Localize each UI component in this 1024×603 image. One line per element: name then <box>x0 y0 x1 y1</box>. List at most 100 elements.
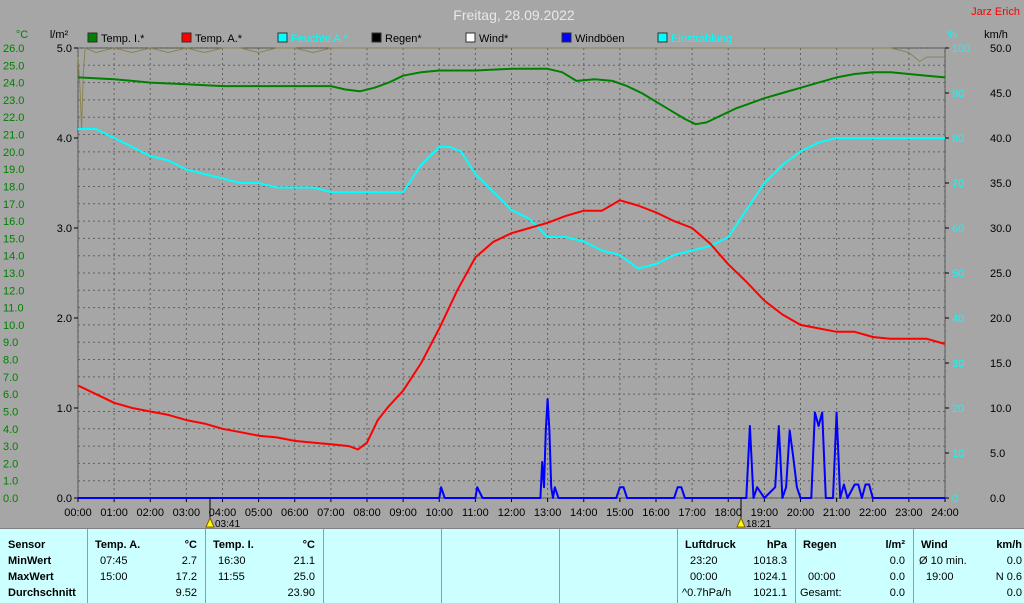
time-tick-label: 16:00 <box>642 507 670 519</box>
temp-tick-label: 0.0 <box>3 493 18 505</box>
pressure-trend: ^0.7hPa/h <box>682 587 732 599</box>
pressure-min-time: 23:20 <box>690 555 718 567</box>
stats-col-empty-1 <box>324 529 442 603</box>
time-tick-label: 13:00 <box>534 507 562 519</box>
stats-col-temp-i: Temp. I. °C 16:30 21.1 11:55 25.0 23.90 <box>206 529 324 603</box>
temp-tick-label: 15.0 <box>3 233 24 245</box>
legend-swatch <box>277 32 288 43</box>
time-tick-label: 23:00 <box>895 507 923 519</box>
temp-a-min-val: 2.7 <box>181 555 197 567</box>
humidity-tick-label: 60 <box>952 223 964 235</box>
wind-tick-label: 20.0 <box>990 313 1011 325</box>
wind-tick-label: 30.0 <box>990 223 1011 235</box>
temp-tick-label: 2.0 <box>3 458 18 470</box>
author-label: Jarz Erich <box>971 6 1020 18</box>
sunset-label: 18:21 <box>746 519 771 528</box>
rain-total-label: Gesamt: <box>800 587 842 599</box>
temp-tick-label: 19.0 <box>3 164 24 176</box>
rain-tick-label: 4.0 <box>57 133 72 145</box>
temp-i-header: Temp. I. <box>213 539 254 551</box>
stats-col-empty-2 <box>442 529 560 603</box>
chart-title: Freitag, 28.09.2022 <box>453 7 575 23</box>
legend-label: Windböen <box>575 33 625 45</box>
humidity-tick-label: 90 <box>952 88 964 100</box>
rain-unit: l/m² <box>885 539 905 551</box>
wind-avg-val: 0.0 <box>1006 587 1022 599</box>
wind-tick-label: 35.0 <box>990 178 1011 190</box>
time-tick-label: 02:00 <box>136 507 164 519</box>
weather-chart: Freitag, 28.09.2022 Jarz Erich °C l/m² %… <box>0 0 1024 528</box>
humidity-tick-label: 50 <box>952 268 964 280</box>
rain-tick-label: 0.0 <box>57 493 72 505</box>
temp-tick-label: 22.0 <box>3 112 24 124</box>
time-tick-label: 04:00 <box>209 507 237 519</box>
temp-tick-label: 3.0 <box>3 441 18 453</box>
wind-unit: km/h <box>996 539 1022 551</box>
temp-tick-label: 26.0 <box>3 43 24 55</box>
temp-tick-label: 8.0 <box>3 355 18 367</box>
humidity-tick-label: 100 <box>952 43 970 55</box>
temp-tick-label: 14.0 <box>3 251 24 263</box>
legend-label: Einstrahlung <box>671 33 732 45</box>
humidity-tick-label: 70 <box>952 178 964 190</box>
temp-i-avg-val: 23.90 <box>287 587 315 599</box>
temp-i-min-val: 21.1 <box>293 555 315 567</box>
wind-avg10-val: 0.0 <box>1006 555 1022 567</box>
temp-tick-label: 9.0 <box>3 337 18 349</box>
time-tick-label: 20:00 <box>787 507 815 519</box>
humidity-tick-label: 10 <box>952 448 964 460</box>
rain-total-val: 0.0 <box>889 587 905 599</box>
pressure-min-val: 1018.3 <box>753 555 787 567</box>
legend-label: Feuchte A.* <box>291 33 349 45</box>
time-tick-label: 05:00 <box>245 507 273 519</box>
temp-tick-label: 4.0 <box>3 424 18 436</box>
rain-unit-label: l/m² <box>50 29 69 41</box>
rain-min-val: 0.0 <box>889 555 905 567</box>
time-tick-label: 19:00 <box>751 507 779 519</box>
legend-swatch <box>465 32 476 43</box>
temp-a-max-val: 17.2 <box>175 571 197 583</box>
temp-unit-label: °C <box>16 29 28 41</box>
humidity-tick-label: 80 <box>952 133 964 145</box>
pressure-max-val: 1024.1 <box>753 571 787 583</box>
stats-col-pressure: Luftdruck hPa 23:20 1018.3 00:00 1024.1 … <box>678 529 796 603</box>
temp-tick-label: 11.0 <box>3 303 24 315</box>
row-avg-label: Durchschnitt <box>8 587 76 599</box>
wind-unit-label: km/h <box>984 29 1008 41</box>
stats-table: Sensor MinWert MaxWert Durchschnitt Temp… <box>0 528 1024 603</box>
humidity-unit-label: % <box>947 29 957 41</box>
legend-swatch <box>657 32 668 43</box>
rain-tick-label: 2.0 <box>57 313 72 325</box>
time-tick-label: 15:00 <box>606 507 634 519</box>
stats-col-wind: Wind km/h Ø 10 min. 0.0 19:00 N 0.6 0.0 <box>914 529 1024 603</box>
time-tick-label: 14:00 <box>570 507 598 519</box>
rain-tick-label: 3.0 <box>57 223 72 235</box>
rain-tick-label: 1.0 <box>57 403 72 415</box>
time-tick-label: 10:00 <box>425 507 453 519</box>
wind-tick-label: 15.0 <box>990 358 1011 370</box>
legend-label: Temp. I.* <box>101 33 145 45</box>
temp-i-max-time: 11:55 <box>218 571 245 583</box>
time-tick-label: 12:00 <box>498 507 526 519</box>
legend-swatch <box>371 32 382 43</box>
temp-a-max-time: 15:00 <box>100 571 128 583</box>
wind-tick-label: 40.0 <box>990 133 1011 145</box>
stats-col-rain: Regen l/m² 0.0 00:00 0.0 Gesamt: 0.0 <box>796 529 914 603</box>
rain-max-time: 00:00 <box>808 571 836 583</box>
rain-header: Regen <box>803 539 837 551</box>
legend-label: Regen* <box>385 33 422 45</box>
humidity-tick-label: 0 <box>952 493 958 505</box>
legend-label: Temp. A.* <box>195 33 243 45</box>
time-tick-label: 03:00 <box>173 507 201 519</box>
time-tick-label: 08:00 <box>353 507 381 519</box>
wind-max-val: N 0.6 <box>995 571 1022 583</box>
wind-tick-label: 50.0 <box>990 43 1011 55</box>
temp-tick-label: 5.0 <box>3 406 18 418</box>
temp-tick-label: 25.0 <box>3 60 24 72</box>
time-tick-label: 18:00 <box>714 507 742 519</box>
wind-header: Wind <box>921 539 948 551</box>
stats-col-sensor: Sensor MinWert MaxWert Durchschnitt <box>0 529 88 603</box>
pressure-max-time: 00:00 <box>690 571 718 583</box>
wind-avg10-label: Ø 10 min. <box>919 555 967 567</box>
legend-swatch <box>87 32 98 43</box>
